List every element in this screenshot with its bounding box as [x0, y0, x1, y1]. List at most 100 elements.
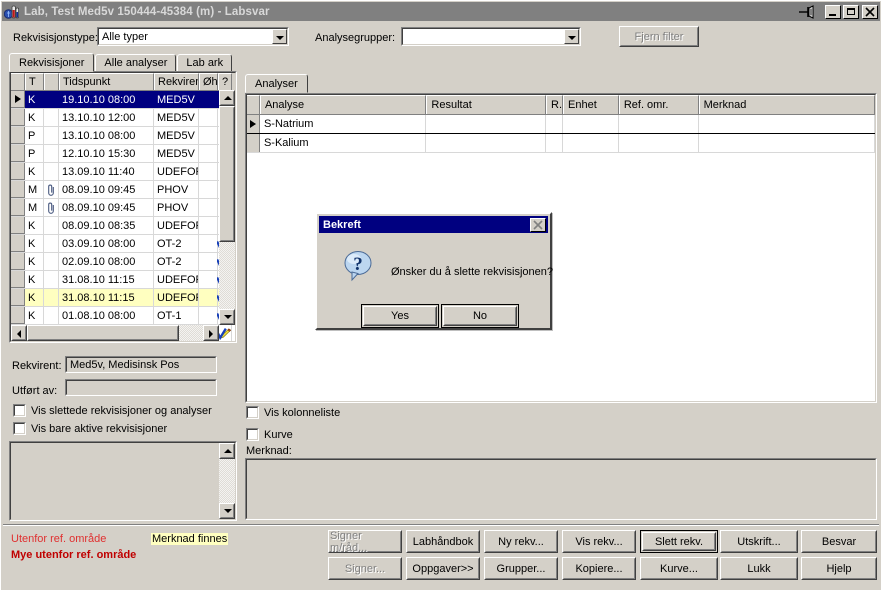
button-besvar[interactable]: Besvar — [801, 530, 877, 553]
table-row[interactable]: P 12.10.10 15:30 MED5V — [11, 145, 235, 163]
table-row[interactable]: K 31.08.10 11:15UDEFORT — [11, 271, 235, 289]
cell-attachment — [44, 163, 59, 180]
scroll-up-button[interactable] — [219, 90, 235, 106]
table-row[interactable]: K 08.09.10 08:35UDEFORT — [11, 217, 235, 235]
table-row[interactable]: K 13.09.10 11:40UDEFORT — [11, 163, 235, 181]
button-label: Hjelp — [802, 558, 876, 579]
hscroll-thumb[interactable] — [27, 325, 179, 341]
button-lukk[interactable]: Lukk — [720, 557, 798, 580]
button-utskrift[interactable]: Utskrift... — [720, 530, 798, 553]
button-vis-rekv[interactable]: Vis rekv... — [562, 530, 636, 553]
button-oppgaver[interactable]: Oppgaver>> — [406, 557, 480, 580]
scroll-down-button[interactable] — [219, 309, 235, 325]
table-row[interactable]: S-Natrium — [247, 115, 875, 134]
acol-resultat[interactable]: Resultat — [426, 95, 547, 114]
table-row[interactable]: M 08.09.10 09:45 PHOV — [11, 181, 235, 199]
acol-enhet[interactable]: Enhet — [563, 95, 619, 114]
dialog-yes-button[interactable]: Yes — [361, 304, 439, 328]
col-rekvirent[interactable]: Rekvirent — [154, 73, 199, 90]
button-grupper[interactable]: Grupper... — [484, 557, 558, 580]
chevron-down-icon[interactable] — [564, 29, 579, 44]
notes-memo[interactable] — [9, 441, 237, 521]
cell-ref-omr — [618, 115, 699, 133]
row-indicator[interactable] — [11, 145, 25, 162]
tab-alle-analyser[interactable]: Alle analyser — [95, 54, 177, 72]
cell-tidspunkt: 13.09.10 11:40 — [59, 163, 154, 180]
button-kurve[interactable]: Kurve... — [640, 557, 718, 580]
row-indicator[interactable] — [247, 115, 260, 133]
rekvisisjonstype-combobox[interactable]: Alle typer — [97, 27, 289, 46]
acol-r[interactable]: R.. — [546, 95, 563, 114]
row-indicator[interactable] — [11, 271, 25, 288]
tab-lab-ark[interactable]: Lab ark — [177, 54, 233, 72]
dialog-close-button[interactable] — [530, 217, 546, 232]
chevron-down-icon[interactable] — [272, 29, 287, 44]
row-indicator[interactable] — [247, 134, 260, 152]
table-row[interactable]: K 19.10.10 08:00 MED5V — [11, 91, 235, 109]
scroll-left-button[interactable] — [11, 325, 27, 341]
table-row[interactable]: K 03.09.10 08:00 OT-2 — [11, 235, 235, 253]
checkbox-kurve[interactable] — [246, 428, 259, 441]
button-signer-m-r-d[interactable]: Signer m/råd... — [328, 530, 402, 554]
col-tidspunkt[interactable]: Tidspunkt — [59, 73, 154, 90]
vscroll-thumb[interactable] — [219, 106, 235, 242]
pushpin-icon[interactable] — [797, 4, 817, 20]
cell-rekvirent: PHOV — [154, 181, 199, 198]
paperclip-icon — [47, 184, 55, 196]
cell-rekvirent: MED5V — [154, 127, 199, 144]
button-kopiere[interactable]: Kopiere... — [562, 557, 636, 580]
row-indicator[interactable] — [11, 181, 25, 198]
button-hjelp[interactable]: Hjelp — [801, 557, 877, 580]
checkbox-vis-slettede[interactable] — [13, 404, 26, 417]
col-question[interactable]: ? — [218, 73, 232, 90]
cell-ref-omr — [618, 134, 699, 152]
table-row[interactable]: K 31.08.10 11:15UDEFORT — [11, 289, 235, 307]
row-indicator[interactable] — [11, 199, 25, 216]
row-indicator[interactable] — [11, 91, 25, 108]
fjern-filter-button[interactable]: Fjern filter — [619, 26, 699, 47]
merknad-memo[interactable] — [245, 458, 877, 520]
cell-ohj — [199, 163, 218, 180]
row-indicator[interactable] — [11, 109, 25, 126]
rekvisisjon-hscrollbar[interactable] — [11, 325, 219, 341]
row-indicator[interactable] — [11, 235, 25, 252]
row-indicator[interactable] — [11, 289, 25, 306]
memo-scroll-track[interactable] — [219, 459, 235, 503]
acol-ref-omr[interactable]: Ref. omr. — [618, 95, 699, 114]
memo-scroll-up-button[interactable] — [219, 443, 235, 459]
col-t[interactable]: T — [25, 73, 44, 90]
checkbox-vis-aktive[interactable] — [13, 422, 26, 435]
acol-merknad[interactable]: Merknad — [698, 95, 875, 114]
row-indicator[interactable] — [11, 163, 25, 180]
scroll-right-button[interactable] — [203, 325, 219, 341]
col-ohj[interactable]: Øhj — [199, 73, 218, 90]
table-row[interactable]: K 13.10.10 12:00 MED5V — [11, 109, 235, 127]
maximize-button[interactable] — [843, 4, 859, 19]
tab-rekvisisjoner[interactable]: Rekvisisjoner — [9, 53, 95, 72]
button-signer[interactable]: Signer... — [328, 557, 402, 580]
button-labh-ndbok[interactable]: Labhåndbok — [406, 530, 480, 553]
table-row[interactable]: K 02.09.10 08:00 OT-2 — [11, 253, 235, 271]
row-indicator[interactable] — [11, 253, 25, 270]
tab-analyser[interactable]: Analyser — [245, 74, 308, 93]
utfort-av-field[interactable] — [65, 379, 217, 396]
table-row[interactable]: K 01.08.10 08:00 OT-1 — [11, 307, 235, 325]
table-row[interactable]: S-Kalium — [247, 134, 875, 153]
memo-scroll-down-button[interactable] — [219, 503, 235, 519]
button-slett-rekv[interactable]: Slett rekv. — [640, 530, 718, 553]
button-ny-rekv[interactable]: Ny rekv... — [484, 530, 558, 553]
utfort-av-value — [66, 380, 216, 395]
acol-analyse[interactable]: Analyse — [259, 95, 427, 114]
rekvirent-field[interactable]: Med5v, Medisinsk Pos — [65, 356, 217, 373]
dialog-no-button[interactable]: No — [441, 304, 519, 328]
analysegrupper-combobox[interactable] — [401, 27, 581, 46]
checkbox-vis-kolonneliste[interactable] — [246, 406, 259, 419]
rekvisisjon-vscrollbar[interactable] — [219, 90, 235, 325]
row-indicator[interactable] — [11, 217, 25, 234]
row-indicator[interactable] — [11, 307, 25, 324]
table-row[interactable]: P 13.10.10 08:00 MED5V — [11, 127, 235, 145]
close-button[interactable] — [862, 4, 878, 19]
table-row[interactable]: M 08.09.10 09:45 PHOV — [11, 199, 235, 217]
minimize-button[interactable] — [825, 4, 841, 19]
row-indicator[interactable] — [11, 127, 25, 144]
